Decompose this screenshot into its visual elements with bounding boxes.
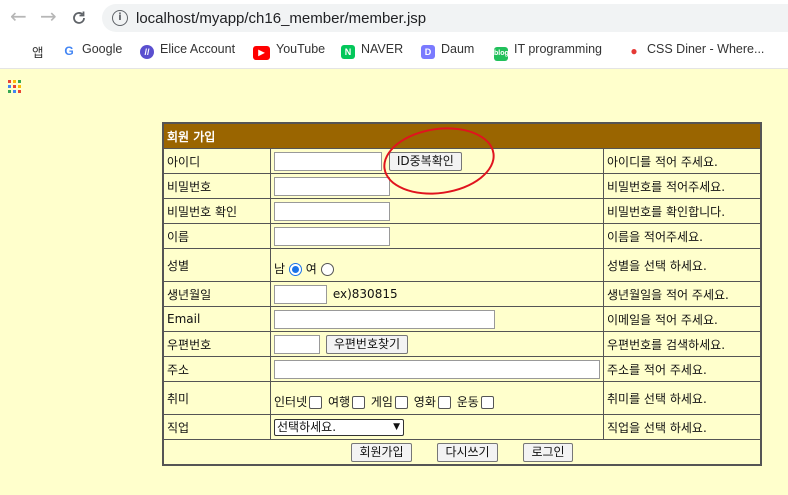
- hobby-sports-label: 운동: [456, 394, 479, 409]
- job-cell: 선택하세요. ▼: [270, 414, 604, 440]
- hobby-internet-checkbox[interactable]: [309, 395, 323, 409]
- elice-icon: //: [140, 45, 154, 59]
- bookmark-elice[interactable]: // Elice Account: [140, 42, 235, 59]
- hobby-internet-label: 인터넷: [274, 394, 308, 409]
- daum-icon: D: [421, 45, 435, 59]
- address-bar[interactable]: i localhost/myapp/ch16_member/member.jsp: [102, 4, 788, 32]
- bookmark-label: Daum: [441, 42, 475, 56]
- hobby-travel-label: 여행: [327, 394, 351, 409]
- blog-icon: blog: [494, 47, 509, 61]
- youtube-icon: ▶: [253, 46, 270, 60]
- bookmark-label: NAVER: [361, 42, 404, 56]
- hobby-sports-checkbox[interactable]: [480, 395, 494, 409]
- job-select[interactable]: 선택하세요. ▼: [274, 418, 404, 436]
- reload-icon[interactable]: [70, 9, 88, 27]
- help-email: 이메일을 적어 주세요.: [603, 306, 762, 332]
- help-job: 직업을 선택 하세요.: [603, 414, 762, 440]
- help-hobby: 취미를 선택 하세요.: [603, 381, 762, 415]
- id-input[interactable]: [274, 151, 382, 171]
- label-password-confirm: 비밀번호 확인: [162, 198, 271, 224]
- birth-cell: ex)830815: [270, 281, 604, 307]
- browser-chrome: ← → i localhost/myapp/ch16_member/member…: [0, 0, 788, 93]
- password-confirm-cell: [270, 198, 604, 224]
- bookmark-it-programming[interactable]: blog IT programming: [494, 42, 602, 61]
- css-diner-icon: ●: [630, 44, 638, 58]
- hobby-movie-checkbox[interactable]: [437, 395, 451, 409]
- zipcode-input[interactable]: [274, 334, 320, 354]
- hobby-game-label: 게임: [370, 394, 393, 409]
- info-icon[interactable]: i: [112, 10, 128, 26]
- label-hobby: 취미: [162, 381, 271, 415]
- hobby-movie-label: 영화: [413, 394, 436, 409]
- label-zipcode: 우편번호: [162, 331, 271, 357]
- birth-input[interactable]: [274, 284, 327, 304]
- help-zipcode: 우편번호를 검색하세요.: [603, 331, 762, 357]
- bookmark-label: Google: [82, 42, 123, 56]
- bookmark-daum[interactable]: D Daum: [421, 42, 474, 59]
- help-gender: 성별을 선택 하세요.: [603, 248, 762, 282]
- bookmark-label: IT programming: [514, 42, 602, 56]
- label-name: 이름: [162, 223, 271, 249]
- bookmarks-bar: 앱 G Google // Elice Account ▶ YouTube N NAVE…: [0, 38, 788, 93]
- bookmark-google[interactable]: G Google: [62, 42, 122, 58]
- label-birth: 생년월일: [162, 281, 271, 307]
- back-arrow-icon[interactable]: ←: [10, 6, 27, 26]
- email-cell: [270, 306, 604, 332]
- bookmark-label: YouTube: [276, 42, 326, 56]
- gender-male-label: 남: [274, 261, 286, 276]
- password-input[interactable]: [274, 176, 390, 196]
- join-button[interactable]: 회원가입: [351, 442, 412, 462]
- google-icon: G: [62, 44, 76, 58]
- bookmark-css-diner[interactable]: ● CSS Diner - Where...: [627, 42, 764, 58]
- bookmark-label: CSS Diner - Where...: [647, 42, 765, 56]
- label-job: 직업: [162, 414, 271, 440]
- gender-female-radio[interactable]: [320, 262, 334, 276]
- hobby-travel-checkbox[interactable]: [352, 395, 366, 409]
- name-cell: [270, 223, 604, 249]
- gender-cell: 남 여: [270, 248, 604, 282]
- label-email: Email: [162, 306, 271, 332]
- label-id: 아이디: [162, 148, 271, 174]
- apps-grid-icon[interactable]: [8, 80, 22, 94]
- zipcode-cell: 우편번호찾기: [270, 331, 604, 357]
- reset-button[interactable]: 다시쓰기: [437, 442, 498, 462]
- naver-icon: N: [341, 45, 355, 59]
- address-cell: [270, 356, 604, 382]
- password-confirm-input[interactable]: [274, 201, 390, 221]
- hobby-cell: 인터넷 여행 게임 영화 운동: [270, 381, 604, 415]
- gender-female-label: 여: [305, 261, 317, 276]
- bookmark-naver[interactable]: N NAVER: [341, 42, 403, 59]
- help-password: 비밀번호를 적어주세요.: [603, 173, 762, 199]
- label-gender: 성별: [162, 248, 271, 282]
- chevron-down-icon: ▼: [393, 421, 400, 432]
- bookmark-label: Elice Account: [160, 42, 236, 56]
- help-name: 이름을 적어주세요.: [603, 223, 762, 249]
- help-address: 주소를 적어 주세요.: [603, 356, 762, 382]
- navigation-bar: ← → i localhost/myapp/ch16_member/member…: [0, 0, 788, 36]
- zipcode-search-button[interactable]: 우편번호찾기: [325, 334, 409, 354]
- email-input[interactable]: [274, 309, 495, 329]
- forward-arrow-icon[interactable]: →: [40, 6, 57, 26]
- bookmark-apps[interactable]: 앱: [32, 42, 44, 61]
- login-button[interactable]: 로그인: [523, 442, 573, 462]
- bookmark-youtube[interactable]: ▶ YouTube: [253, 42, 325, 60]
- label-password: 비밀번호: [162, 173, 271, 199]
- action-row: 회원가입 다시쓰기 로그인: [162, 439, 762, 466]
- job-select-value: 선택하세요.: [277, 419, 337, 434]
- url-text[interactable]: localhost/myapp/ch16_member/member.jsp: [136, 10, 426, 27]
- gender-male-radio[interactable]: [288, 262, 302, 276]
- help-birth: 생년월일을 적어 주세요.: [603, 281, 762, 307]
- address-input[interactable]: [274, 359, 600, 379]
- help-password-confirm: 비밀번호를 확인합니다.: [603, 198, 762, 224]
- name-input[interactable]: [274, 226, 390, 246]
- help-id: 아이디를 적어 주세요.: [603, 148, 762, 174]
- hobby-game-checkbox[interactable]: [394, 395, 408, 409]
- label-address: 주소: [162, 356, 271, 382]
- birth-example: ex)830815: [332, 286, 398, 301]
